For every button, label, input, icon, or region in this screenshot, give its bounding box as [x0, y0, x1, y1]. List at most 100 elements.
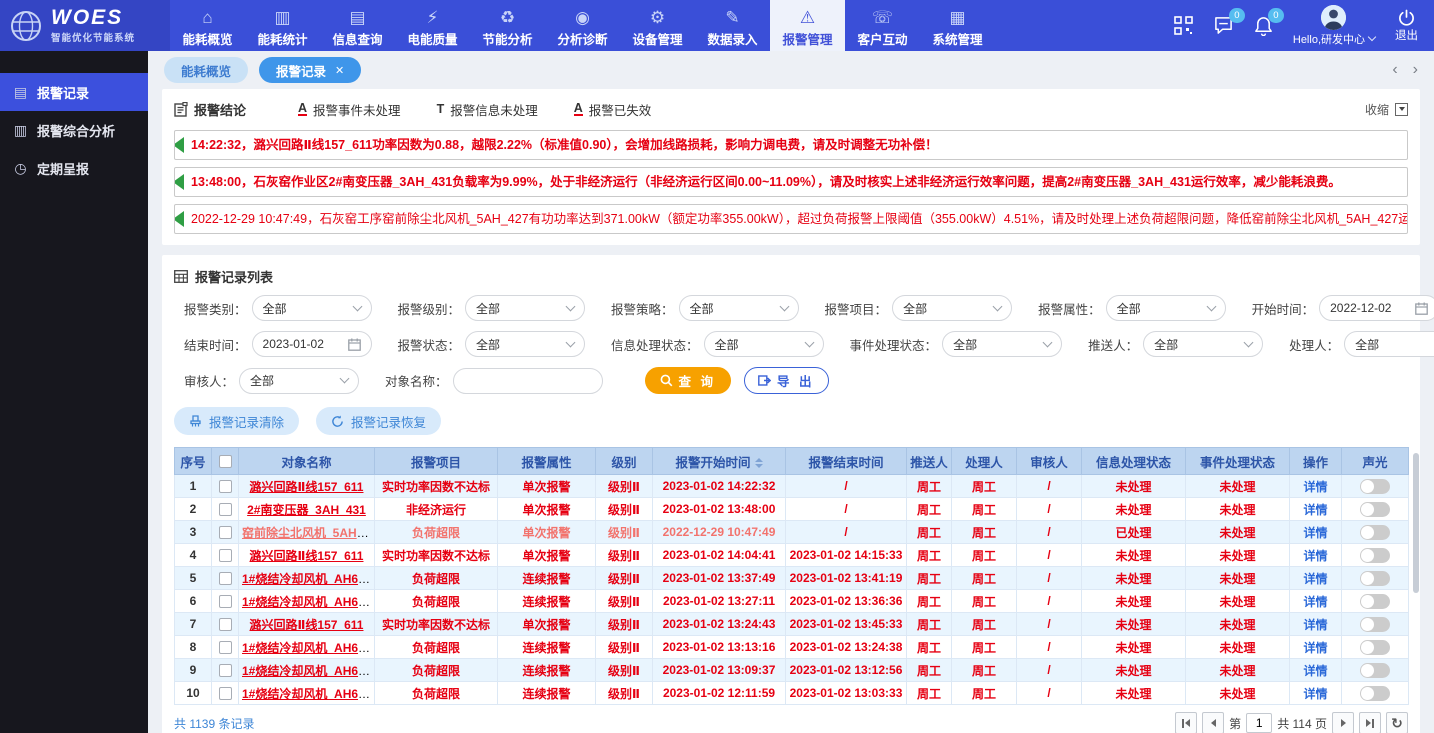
filter-select-审核人[interactable]: 全部 — [239, 368, 359, 394]
row-checkbox[interactable] — [219, 549, 232, 562]
object-name-link[interactable]: 1#烧结冷却风机_AH6_... — [242, 595, 375, 609]
nav-item-device[interactable]: ⚙设备管理 — [620, 0, 695, 51]
row-checkbox[interactable] — [219, 687, 232, 700]
filter-select-报警类别[interactable]: 全部 — [252, 295, 372, 321]
sidebar-item-alarm-analysis[interactable]: ▥报警综合分析 — [0, 111, 148, 149]
filter-select-报警属性[interactable]: 全部 — [1106, 295, 1226, 321]
row-checkbox[interactable] — [219, 595, 232, 608]
table-row: 3窑前除尘北风机_5AH_...负荷超限单次报警级别Ⅱ2022-12-29 10… — [175, 521, 1409, 544]
nav-item-data-entry[interactable]: ✎数据录入 — [695, 0, 770, 51]
filter-select-事件处理状态[interactable]: 全部 — [942, 331, 1062, 357]
sound-light-toggle[interactable] — [1360, 479, 1390, 494]
object-name-link[interactable]: 2#南变压器_3AH_431 — [247, 503, 366, 517]
notification-bell-icon[interactable]: 0 — [1254, 16, 1273, 36]
record-count: 共 1139 条记录 — [174, 715, 254, 732]
object-name-link[interactable]: 1#烧结冷却风机_AH6_... — [242, 572, 375, 586]
collapse-button[interactable]: 收缩 — [1365, 101, 1408, 118]
sound-light-toggle[interactable] — [1360, 548, 1390, 563]
clear-records-button[interactable]: 报警记录清除 — [174, 407, 299, 435]
user-menu[interactable]: Hello,研发中心 — [1293, 5, 1375, 47]
filter-select-报警级别[interactable]: 全部 — [465, 295, 585, 321]
object-name-link[interactable]: 潞兴回路Ⅱ线157_611 — [250, 480, 364, 494]
nav-item-system[interactable]: ▦系统管理 — [920, 0, 995, 51]
row-checkbox[interactable] — [219, 503, 232, 516]
detail-link[interactable]: 详情 — [1303, 618, 1327, 632]
nav-item-overview[interactable]: ⌂能耗概览 — [170, 0, 245, 51]
filter-select-推送人[interactable]: 全部 — [1143, 331, 1263, 357]
row-checkbox[interactable] — [219, 480, 232, 493]
filter-select-报警状态[interactable]: 全部 — [465, 331, 585, 357]
row-checkbox[interactable] — [219, 641, 232, 654]
cell-value: 周工 — [972, 572, 996, 586]
detail-link[interactable]: 详情 — [1303, 503, 1327, 517]
date-picker-开始时间[interactable]: 2022-12-02 — [1319, 295, 1434, 321]
detail-link[interactable]: 详情 — [1303, 595, 1327, 609]
row-checkbox[interactable] — [219, 664, 232, 677]
tab-scroll-right-icon[interactable]: › — [1413, 61, 1418, 79]
cell-project: 实时功率因数不达标 — [375, 544, 498, 567]
sound-light-toggle[interactable] — [1360, 594, 1390, 609]
qr-code-icon[interactable] — [1174, 16, 1193, 35]
row-checkbox[interactable] — [219, 526, 232, 539]
restore-records-button[interactable]: 报警记录恢复 — [316, 407, 441, 435]
sound-light-toggle[interactable] — [1360, 640, 1390, 655]
tab-能耗概览[interactable]: 能耗概览 — [164, 57, 248, 83]
first-page-button[interactable] — [1175, 712, 1197, 733]
object-name-link[interactable]: 1#烧结冷却风机_AH6_... — [242, 687, 375, 701]
filter-select-处理人[interactable]: 全部 — [1344, 331, 1434, 357]
sound-light-toggle[interactable] — [1360, 571, 1390, 586]
detail-link[interactable]: 详情 — [1303, 526, 1327, 540]
date-picker-结束时间[interactable]: 2023-01-02 — [252, 331, 372, 357]
message-icon[interactable]: 0 — [1213, 16, 1234, 35]
cell-level: 级别Ⅱ — [596, 590, 653, 613]
filter-select-报警项目[interactable]: 全部 — [892, 295, 1012, 321]
detail-link[interactable]: 详情 — [1303, 664, 1327, 678]
sound-light-toggle[interactable] — [1360, 617, 1390, 632]
object-name-link[interactable]: 潞兴回路Ⅱ线157_611 — [250, 618, 364, 632]
logout-button[interactable]: 退出 — [1395, 9, 1418, 43]
page-number-input[interactable] — [1246, 713, 1272, 733]
object-name-link[interactable]: 1#烧结冷却风机_AH6_... — [242, 641, 375, 655]
detail-link[interactable]: 详情 — [1303, 687, 1327, 701]
nav-item-customer[interactable]: ☏客户互动 — [845, 0, 920, 51]
detail-link[interactable]: 详情 — [1303, 572, 1327, 586]
sound-light-toggle[interactable] — [1360, 663, 1390, 678]
tab-报警记录[interactable]: 报警记录✕ — [259, 57, 361, 83]
row-checkbox[interactable] — [219, 572, 232, 585]
object-name-link[interactable]: 1#烧结冷却风机_AH6_... — [242, 664, 375, 678]
sidebar-item-alarm-records[interactable]: ▤报警记录 — [0, 73, 148, 111]
nav-item-saving-analysis[interactable]: ♻节能分析 — [470, 0, 545, 51]
detail-link[interactable]: 详情 — [1303, 549, 1327, 563]
refresh-button[interactable]: ↻ — [1386, 712, 1408, 733]
search-button[interactable]: 查 询 — [645, 367, 731, 394]
prev-page-button[interactable] — [1202, 712, 1224, 733]
cell-event_status: 未处理 — [1186, 521, 1290, 544]
export-button[interactable]: 导 出 — [744, 367, 828, 394]
detail-link[interactable]: 详情 — [1303, 480, 1327, 494]
select-all-checkbox[interactable] — [219, 455, 232, 468]
object-name-link[interactable]: 潞兴回路Ⅱ线157_611 — [250, 549, 364, 563]
table-scrollbar[interactable] — [1413, 453, 1419, 593]
column-header-报警开始时间[interactable]: 报警开始时间 — [653, 448, 786, 475]
cell-value: 未处理 — [1115, 503, 1151, 517]
detail-link[interactable]: 详情 — [1303, 641, 1327, 655]
last-page-button[interactable] — [1359, 712, 1381, 733]
object-name-input[interactable] — [453, 368, 603, 394]
filter-select-报警策略[interactable]: 全部 — [679, 295, 799, 321]
sidebar-item-periodic-report[interactable]: ◷定期呈报 — [0, 149, 148, 187]
nav-item-info-query[interactable]: ▤信息查询 — [320, 0, 395, 51]
nav-item-stats[interactable]: ▥能耗统计 — [245, 0, 320, 51]
sound-light-toggle[interactable] — [1360, 502, 1390, 517]
sound-light-toggle[interactable] — [1360, 686, 1390, 701]
nav-item-diagnosis[interactable]: ◉分析诊断 — [545, 0, 620, 51]
nav-item-power-quality[interactable]: ⚡电能质量 — [395, 0, 470, 51]
sort-icon[interactable] — [755, 458, 763, 468]
next-page-button[interactable] — [1332, 712, 1354, 733]
filter-select-信息处理状态[interactable]: 全部 — [704, 331, 824, 357]
row-checkbox[interactable] — [219, 618, 232, 631]
object-name-link[interactable]: 窑前除尘北风机_5AH_... — [242, 526, 373, 540]
nav-item-alarm[interactable]: ⚠报警管理 — [770, 0, 845, 51]
sound-light-toggle[interactable] — [1360, 525, 1390, 540]
tab-close-icon[interactable]: ✕ — [335, 64, 344, 77]
tab-scroll-left-icon[interactable]: ‹ — [1392, 61, 1397, 79]
